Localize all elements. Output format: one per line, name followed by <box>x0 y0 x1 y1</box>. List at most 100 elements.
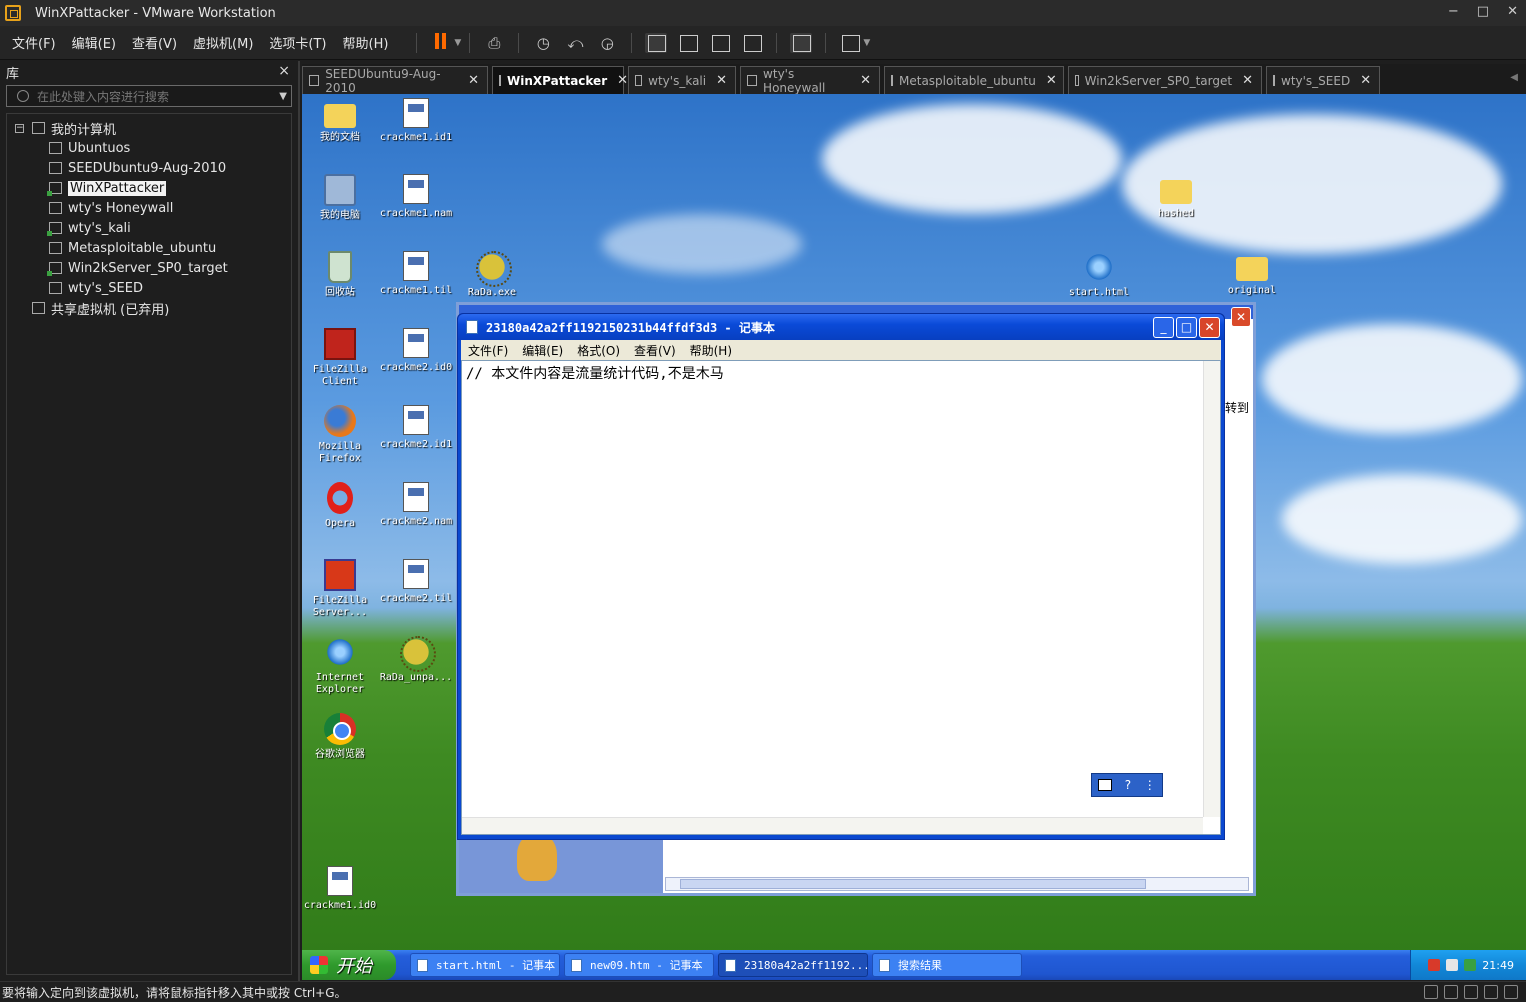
taskbar-item[interactable]: 搜索结果 <box>872 953 1022 977</box>
security-alert-icon[interactable] <box>1428 959 1441 971</box>
notepad-menu-view[interactable]: 查看(V) <box>627 342 683 359</box>
desktop-icon-internet-explorer[interactable]: Internet Explorer <box>302 636 378 696</box>
menu-file[interactable]: 文件(F) <box>0 33 64 52</box>
fullscreen-icon[interactable] <box>709 33 731 53</box>
library-view-icon[interactable] <box>645 32 668 53</box>
desktop-icon-opera[interactable]: Opera <box>302 482 378 530</box>
desktop-icon-filezilla-client[interactable]: FileZilla Client <box>302 328 378 388</box>
floppy-icon[interactable] <box>1464 985 1478 999</box>
tab-close-icon[interactable]: ✕ <box>458 73 479 88</box>
minimize-button[interactable]: − <box>1448 4 1459 19</box>
snapshot-manager-icon[interactable]: ◶ <box>596 33 618 53</box>
search-dropdown-icon[interactable]: ▼ <box>279 91 287 102</box>
desktop-icon-crackme2-id0[interactable]: crackme2.id0 <box>378 328 454 374</box>
desktop-icon-crackme1-id0[interactable]: crackme1.id0 <box>302 866 378 912</box>
desktop-icon-rada-unpacked[interactable]: RaDa_unpa... <box>378 636 454 684</box>
tab-close-icon[interactable]: ✕ <box>706 73 727 88</box>
stretch-dropdown-icon[interactable]: ▼ <box>863 38 870 48</box>
pause-dropdown-icon[interactable]: ▼ <box>454 38 461 48</box>
notepad-text-area[interactable]: // 本文件内容是流量统计代码,不是木马 <box>461 360 1221 835</box>
network-adapter-icon[interactable] <box>1484 985 1498 999</box>
tree-node-my-computer[interactable]: − 我的计算机 <box>7 118 291 138</box>
desktop-icon-chrome[interactable]: 谷歌浏览器 <box>302 713 378 761</box>
desktop-icon-crackme1-til[interactable]: crackme1.til <box>378 251 454 297</box>
search-results-horizontal-scrollbar[interactable] <box>665 877 1249 891</box>
desktop-icon-hashed[interactable]: hashed <box>1138 174 1214 220</box>
tab-close-icon[interactable]: ✕ <box>1350 73 1371 88</box>
network-icon[interactable] <box>1464 959 1477 971</box>
desktop-icon-crackme2-til[interactable]: crackme2.til <box>378 559 454 605</box>
tree-node-vm[interactable]: wty's_SEED <box>7 278 291 298</box>
desktop-icon-my-documents[interactable]: 我的文档 <box>302 98 378 144</box>
thumbnail-view-icon[interactable] <box>677 33 699 53</box>
desktop-icon-rada-exe[interactable]: RaDa.exe <box>454 251 530 299</box>
menu-vm[interactable]: 虚拟机(M) <box>185 33 261 52</box>
tree-node-vm[interactable]: SEEDUbuntu9-Aug-2010 <box>7 158 291 178</box>
stretch-icon[interactable] <box>839 33 861 53</box>
notepad-content[interactable]: // 本文件内容是流量统计代码,不是木马 <box>462 361 1220 385</box>
tree-node-vm[interactable]: Metasploitable_ubuntu <box>7 238 291 258</box>
tab-scroll-left-icon[interactable]: ◀ <box>1510 72 1518 83</box>
desktop-icon-recycle-bin[interactable]: 回收站 <box>302 251 378 299</box>
notepad-horizontal-scrollbar[interactable] <box>462 817 1203 834</box>
tab-close-icon[interactable]: ✕ <box>1232 73 1253 88</box>
tab-metasploitable[interactable]: Metasploitable_ubuntu ✕ <box>884 66 1064 94</box>
start-button[interactable]: 开始 <box>302 950 396 980</box>
taskbar-item[interactable]: new09.htm - 记事本 <box>564 953 714 977</box>
tab-wty-kali[interactable]: wty's_kali ✕ <box>628 66 736 94</box>
tab-close-icon[interactable]: ✕ <box>1036 73 1057 88</box>
notepad-titlebar[interactable]: 23180a42a2ff1192150231b44ffdf3d3 - 记事本 <box>458 314 1224 340</box>
ime-toolbar[interactable]: ? ⋮ <box>1091 773 1163 797</box>
help-icon[interactable]: ? <box>1125 778 1131 792</box>
notepad-minimize-button[interactable]: _ <box>1153 317 1174 338</box>
taskbar-item-active[interactable]: 23180a42a2ff1192... <box>718 953 868 977</box>
search-results-close-button[interactable]: ✕ <box>1231 307 1251 327</box>
desktop-icon-crackme1-nam[interactable]: crackme1.nam <box>378 174 454 220</box>
desktop-icon-firefox[interactable]: Mozilla Firefox <box>302 405 378 465</box>
notepad-maximize-button[interactable]: □ <box>1176 317 1197 338</box>
scrollbar-thumb[interactable] <box>680 879 1146 889</box>
desktop-icon-my-computer[interactable]: 我的电脑 <box>302 174 378 222</box>
desktop-icon-crackme2-id1[interactable]: crackme2.id1 <box>378 405 454 451</box>
close-button[interactable]: ✕ <box>1507 4 1518 19</box>
tab-win2kserver[interactable]: Win2kServer_SP0_target ✕ <box>1068 66 1262 94</box>
ime-options-icon[interactable]: ⋮ <box>1144 778 1156 792</box>
maximize-button[interactable]: □ <box>1477 4 1489 19</box>
search-go-label[interactable]: 转到 <box>1225 399 1249 416</box>
library-close-button[interactable]: × <box>278 63 290 79</box>
taskbar-item[interactable]: start.html - 记事本 <box>410 953 560 977</box>
tab-close-icon[interactable]: ✕ <box>850 73 871 88</box>
cd-drive-icon[interactable] <box>1444 985 1458 999</box>
menu-view[interactable]: 查看(V) <box>124 33 185 52</box>
desktop-icon-filezilla-server[interactable]: FileZilla Server... <box>302 559 378 619</box>
send-ctrl-alt-del-icon[interactable]: ⎙ <box>483 33 505 53</box>
desktop-icon-crackme1-id1[interactable]: crackme1.id1 <box>378 98 454 144</box>
menu-edit[interactable]: 编辑(E) <box>64 33 124 52</box>
desktop-icon-original[interactable]: original <box>1214 251 1290 297</box>
menu-help[interactable]: 帮助(H) <box>335 33 397 52</box>
notepad-menu-file[interactable]: 文件(F) <box>461 342 515 359</box>
notepad-menu-format[interactable]: 格式(O) <box>570 342 627 359</box>
search-dog-icon[interactable] <box>517 833 557 881</box>
clock[interactable]: 21:49 <box>1482 959 1514 972</box>
notepad-vertical-scrollbar[interactable] <box>1203 361 1220 817</box>
tab-close-icon[interactable]: ✕ <box>607 73 628 88</box>
guest-desktop[interactable]: 我的文档 crackme1.id1 我的电脑 crackme1.nam 回收站 … <box>302 94 1526 980</box>
tree-node-vm[interactable]: Ubuntuos <box>7 138 291 158</box>
tab-wty-seed[interactable]: wty's_SEED ✕ <box>1266 66 1380 94</box>
tree-node-vm[interactable]: Win2kServer_SP0_target <box>7 258 291 278</box>
tree-node-vm[interactable]: wty's Honeywall <box>7 198 291 218</box>
desktop-icon-crackme2-nam[interactable]: crackme2.nam <box>378 482 454 528</box>
console-icon[interactable] <box>790 32 813 53</box>
tree-node-vm[interactable]: wty's_kali <box>7 218 291 238</box>
keyboard-icon[interactable] <box>1098 779 1113 791</box>
pause-icon[interactable] <box>430 32 452 53</box>
language-bar-icon[interactable] <box>1446 959 1459 971</box>
tab-winxpattacker[interactable]: WinXPattacker ✕ <box>492 66 628 94</box>
tree-node-shared-vms[interactable]: 共享虚拟机 (已弃用) <box>7 298 291 318</box>
revert-snapshot-icon[interactable]: ⤺ <box>564 33 586 53</box>
hard-disk-icon[interactable] <box>1424 985 1438 999</box>
collapse-icon[interactable]: − <box>15 123 24 133</box>
menu-tabs[interactable]: 选项卡(T) <box>261 33 334 52</box>
desktop-icon-start-html[interactable]: start.html <box>1061 251 1137 299</box>
